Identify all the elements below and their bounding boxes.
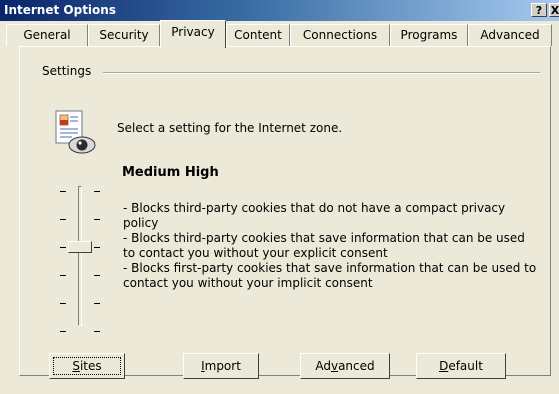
tab-privacy[interactable]: Privacy [160, 20, 226, 48]
tab-connections[interactable]: Connections [290, 24, 390, 46]
privacy-level-slider[interactable] [56, 178, 106, 332]
zone-instruction: Select a setting for the Internet zone. [117, 121, 343, 135]
settings-divider [103, 72, 540, 74]
slider-tick [60, 303, 66, 304]
slider-tick [60, 275, 66, 276]
settings-group-label: Settings [42, 64, 94, 78]
slider-tick [94, 219, 100, 220]
tab-programs[interactable]: Programs [390, 24, 468, 46]
slider-tick [60, 247, 66, 248]
slider-tick [60, 219, 66, 220]
default-button[interactable]: Default [416, 353, 506, 379]
close-button[interactable]: X [549, 3, 559, 17]
slider-tick [94, 331, 100, 332]
slider-tick [94, 191, 100, 192]
sites-button[interactable]: Sites [49, 353, 125, 379]
privacy-level-description: - Blocks third-party cookies that do not… [123, 201, 537, 290]
slider-tick [94, 303, 100, 304]
privacy-document-eye-icon [52, 109, 96, 155]
slider-tick [94, 247, 100, 248]
slider-tick [60, 331, 66, 332]
slider-thumb[interactable] [68, 241, 92, 253]
title-bar: Internet Options ? X [0, 0, 559, 21]
tab-security[interactable]: Security [88, 24, 160, 46]
import-button[interactable]: Import [183, 353, 259, 379]
window-title: Internet Options [4, 3, 116, 17]
advanced-button[interactable]: Advanced [300, 353, 390, 379]
tab-content[interactable]: Content [226, 24, 290, 46]
privacy-level-name: Medium High [122, 165, 219, 180]
help-button[interactable]: ? [531, 3, 547, 17]
slider-track [78, 186, 82, 326]
slider-tick [94, 275, 100, 276]
tab-advanced[interactable]: Advanced [468, 24, 552, 46]
slider-tick [60, 191, 66, 192]
tab-general[interactable]: General [6, 24, 88, 46]
